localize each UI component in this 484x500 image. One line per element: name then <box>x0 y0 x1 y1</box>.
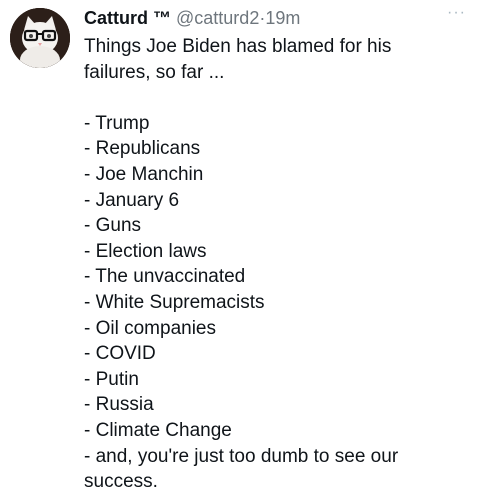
list-item-republicans: - Republicans <box>84 138 201 160</box>
cat-with-glasses-avatar-icon <box>10 8 70 68</box>
display-name[interactable]: Catturd ™ <box>84 8 171 28</box>
list-item-election-laws: - Election laws <box>84 240 207 262</box>
timestamp[interactable]: 19m <box>265 8 300 28</box>
list-item-oil-companies: - Oil companies <box>84 317 216 339</box>
more-options-icon[interactable]: ··· <box>447 5 466 21</box>
closing-line-1: - and, you're just too dumb to see our <box>84 445 399 467</box>
list-item-white-supremacists: - White Supremacists <box>84 291 265 313</box>
avatar[interactable] <box>10 8 70 68</box>
list-item-january-6: - January 6 <box>84 189 180 211</box>
user-handle[interactable]: @catturd2 <box>176 8 259 28</box>
list-item-covid: - COVID <box>84 343 156 365</box>
list-item-the-unvaccinated: - The unvaccinated <box>84 266 246 288</box>
list-item-russia: - Russia <box>84 394 154 416</box>
closing-line-2: success. <box>84 471 158 493</box>
list-item-guns: - Guns <box>84 215 142 237</box>
tweet: Catturd ™ @catturd2·19m ··· Things Joe B… <box>0 0 484 500</box>
tweet-text: Things Joe Biden has blamed for his fail… <box>84 34 474 495</box>
intro-line-2: failures, so far ... <box>84 61 225 83</box>
list-item-putin: - Putin <box>84 368 139 390</box>
list-item-trump: - Trump <box>84 112 150 134</box>
list-item-joe-manchin: - Joe Manchin <box>84 163 204 185</box>
list-item-climate-change: - Climate Change <box>84 419 232 441</box>
tweet-header: Catturd ™ @catturd2·19m <box>84 6 300 32</box>
intro-line-1: Things Joe Biden has blamed for his <box>84 36 392 57</box>
